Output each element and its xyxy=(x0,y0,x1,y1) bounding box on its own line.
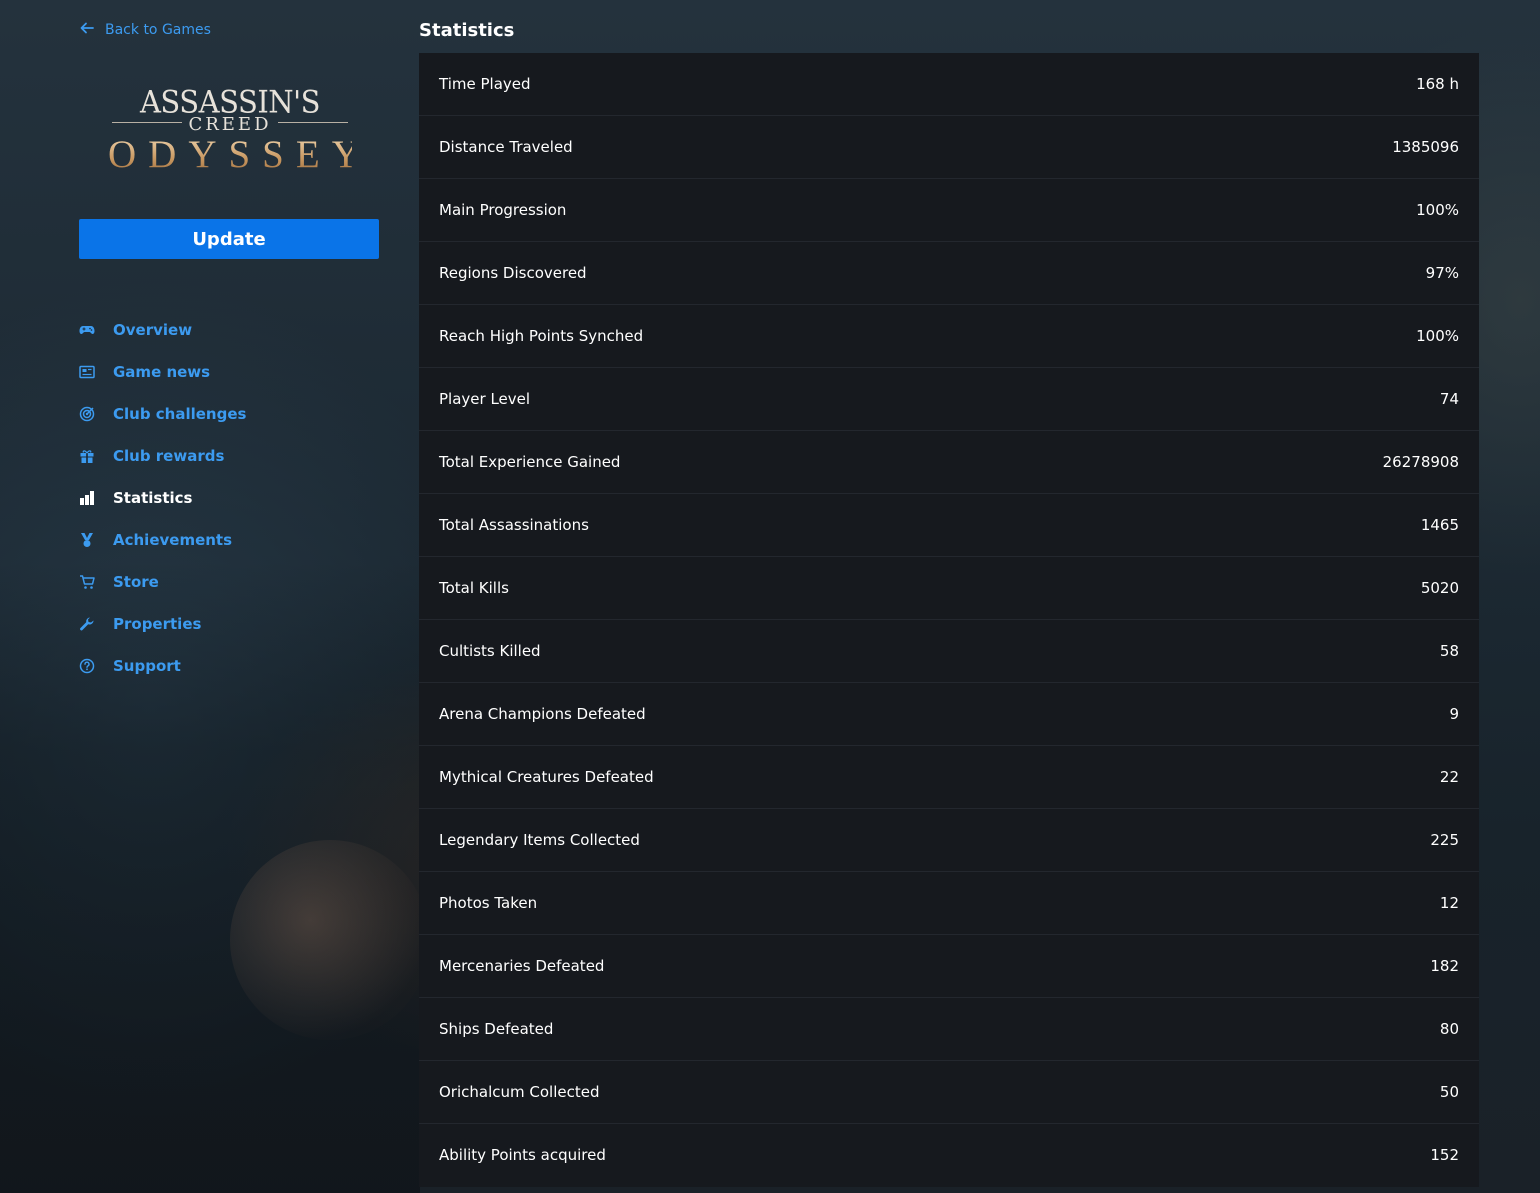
stat-value: 9 xyxy=(1449,705,1459,723)
sidebar: Back to Games ASSASSIN'S CREED ODYSSEY U… xyxy=(0,0,419,1193)
nav-label-achievements: Achievements xyxy=(113,531,233,549)
stat-label: Distance Traveled xyxy=(439,138,573,156)
nav-label-store: Store xyxy=(113,573,159,591)
nav-item-properties[interactable]: Properties xyxy=(79,603,399,645)
stat-row: Total Kills 5020 xyxy=(419,557,1479,620)
nav-item-club-challenges[interactable]: Club challenges xyxy=(79,393,399,435)
stat-label: Main Progression xyxy=(439,201,567,219)
stat-row: Reach High Points Synched 100% xyxy=(419,305,1479,368)
stat-row: Distance Traveled 1385096 xyxy=(419,116,1479,179)
stat-value: 12 xyxy=(1439,894,1459,912)
gamepad-icon xyxy=(79,322,95,338)
nav-item-club-rewards[interactable]: Club rewards xyxy=(79,435,399,477)
stat-row: Photos Taken 12 xyxy=(419,872,1479,935)
medal-icon xyxy=(79,532,95,548)
stat-row: Cultists Killed 58 xyxy=(419,620,1479,683)
stat-label: Ability Points acquired xyxy=(439,1146,606,1164)
stat-row: Ability Points acquired 152 xyxy=(419,1124,1479,1186)
stat-label: Total Kills xyxy=(439,579,509,597)
stat-value: 225 xyxy=(1430,831,1459,849)
stat-label: Mythical Creatures Defeated xyxy=(439,768,654,786)
stat-value: 1465 xyxy=(1420,516,1459,534)
stat-value: 100% xyxy=(1416,201,1459,219)
back-to-games-link[interactable]: Back to Games xyxy=(79,19,211,41)
stat-label: Arena Champions Defeated xyxy=(439,705,646,723)
stat-row: Time Played 168 h xyxy=(419,53,1479,116)
game-logo: ASSASSIN'S CREED ODYSSEY xyxy=(108,85,360,175)
stat-value: 58 xyxy=(1439,642,1459,660)
cart-icon xyxy=(79,574,95,590)
stat-row: Legendary Items Collected 225 xyxy=(419,809,1479,872)
help-circle-icon xyxy=(79,658,95,674)
nav-item-achievements[interactable]: Achievements xyxy=(79,519,399,561)
game-logo-line3: ODYSSEY xyxy=(108,133,372,176)
nav-label-club-rewards: Club rewards xyxy=(113,447,225,465)
nav-item-store[interactable]: Store xyxy=(79,561,399,603)
stat-value: 22 xyxy=(1439,768,1459,786)
stat-row: Regions Discovered 97% xyxy=(419,242,1479,305)
stat-label: Reach High Points Synched xyxy=(439,327,644,345)
target-icon xyxy=(79,406,95,422)
nav-label-overview: Overview xyxy=(113,321,193,339)
page-title: Statistics xyxy=(419,20,515,41)
nav-item-overview[interactable]: Overview xyxy=(79,309,399,351)
nav-label-statistics: Statistics xyxy=(113,489,193,507)
game-nav: Overview Game news Club challenges Club … xyxy=(79,309,399,687)
stat-value: 97% xyxy=(1425,264,1459,282)
stat-label: Player Level xyxy=(439,390,531,408)
stat-row: Mercenaries Defeated 182 xyxy=(419,935,1479,998)
stat-value: 50 xyxy=(1439,1083,1459,1101)
stat-value: 26278908 xyxy=(1382,453,1459,471)
stat-row: Orichalcum Collected 50 xyxy=(419,1061,1479,1124)
nav-label-properties: Properties xyxy=(113,615,202,633)
arrow-left-icon xyxy=(79,20,95,40)
stat-row: Arena Champions Defeated 9 xyxy=(419,683,1479,746)
stat-row: Total Assassinations 1465 xyxy=(419,494,1479,557)
stat-label: Mercenaries Defeated xyxy=(439,957,605,975)
bar-chart-icon xyxy=(79,490,95,506)
stat-value: 168 h xyxy=(1416,75,1459,93)
stat-label: Photos Taken xyxy=(439,894,538,912)
nav-label-game-news: Game news xyxy=(113,363,211,381)
wrench-icon xyxy=(79,616,95,632)
nav-item-statistics[interactable]: Statistics xyxy=(79,477,399,519)
stat-row: Player Level 74 xyxy=(419,368,1479,431)
stat-value: 100% xyxy=(1416,327,1459,345)
nav-item-game-news[interactable]: Game news xyxy=(79,351,399,393)
update-button[interactable]: Update xyxy=(79,219,379,259)
nav-label-support: Support xyxy=(113,657,181,675)
gift-icon xyxy=(79,448,95,464)
nav-item-support[interactable]: Support xyxy=(79,645,399,687)
stat-value: 80 xyxy=(1439,1020,1459,1038)
stat-row: Main Progression 100% xyxy=(419,179,1479,242)
stat-value: 1385096 xyxy=(1392,138,1459,156)
news-icon xyxy=(79,364,95,380)
game-logo-line2: CREED xyxy=(108,116,352,134)
stat-label: Total Experience Gained xyxy=(439,453,621,471)
nav-label-club-challenges: Club challenges xyxy=(113,405,247,423)
stat-value: 182 xyxy=(1430,957,1459,975)
stat-label: Legendary Items Collected xyxy=(439,831,640,849)
stat-label: Cultists Killed xyxy=(439,642,541,660)
stat-label: Time Played xyxy=(439,75,531,93)
stat-value: 5020 xyxy=(1420,579,1459,597)
stat-row: Mythical Creatures Defeated 22 xyxy=(419,746,1479,809)
stat-label: Regions Discovered xyxy=(439,264,587,282)
stat-row: Ships Defeated 80 xyxy=(419,998,1479,1061)
stat-row: Total Experience Gained 26278908 xyxy=(419,431,1479,494)
stat-label: Orichalcum Collected xyxy=(439,1083,600,1101)
stat-label: Total Assassinations xyxy=(439,516,589,534)
stat-label: Ships Defeated xyxy=(439,1020,554,1038)
stat-value: 74 xyxy=(1439,390,1459,408)
back-to-games-label: Back to Games xyxy=(105,22,211,38)
statistics-table: Time Played 168 h Distance Traveled 138509… xyxy=(419,53,1479,1187)
stat-value: 152 xyxy=(1430,1146,1459,1164)
